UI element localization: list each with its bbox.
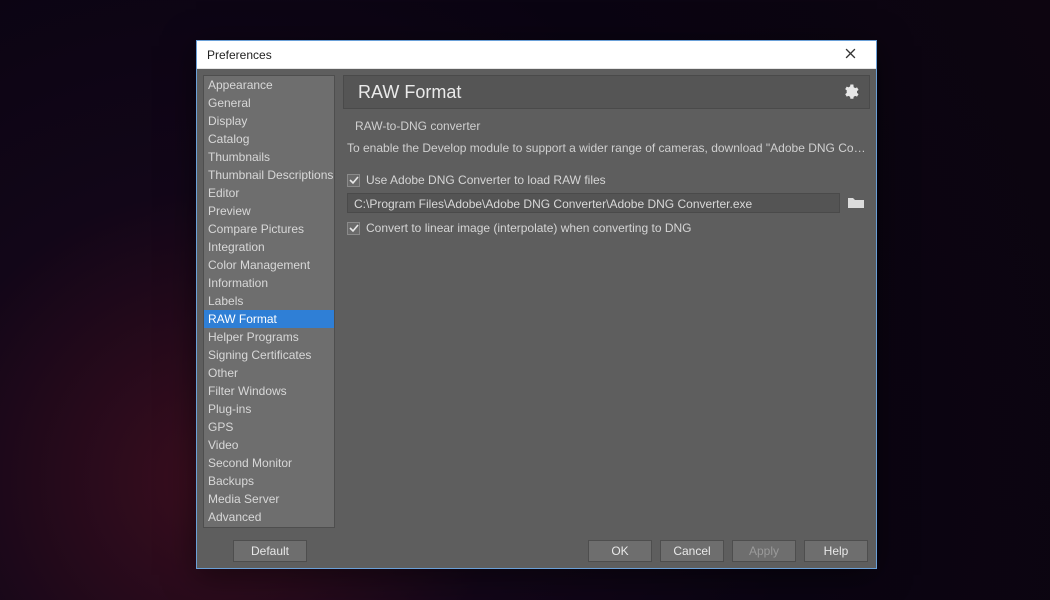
preferences-dialog: Preferences AppearanceGeneralDisplayCata… (196, 40, 877, 569)
convert-linear-row: Convert to linear image (interpolate) wh… (347, 219, 866, 237)
titlebar: Preferences (197, 41, 876, 69)
sidebar-item-other[interactable]: Other (204, 364, 334, 382)
sidebar-item-gps[interactable]: GPS (204, 418, 334, 436)
sidebar-item-plug-ins[interactable]: Plug-ins (204, 400, 334, 418)
sidebar-item-information[interactable]: Information (204, 274, 334, 292)
converter-path-input[interactable]: C:\Program Files\Adobe\Adobe DNG Convert… (347, 193, 840, 213)
use-converter-row: Use Adobe DNG Converter to load RAW file… (347, 171, 866, 189)
convert-linear-checkbox[interactable] (347, 222, 360, 235)
panel-header: RAW Format (343, 75, 870, 109)
sidebar-item-thumbnails[interactable]: Thumbnails (204, 148, 334, 166)
sidebar-item-display[interactable]: Display (204, 112, 334, 130)
sidebar-item-video[interactable]: Video (204, 436, 334, 454)
use-converter-checkbox[interactable] (347, 174, 360, 187)
gear-icon (841, 88, 859, 105)
convert-linear-label: Convert to linear image (interpolate) wh… (366, 221, 692, 235)
sidebar-item-helper-programs[interactable]: Helper Programs (204, 328, 334, 346)
dialog-footer: Default OK Cancel Apply Help (197, 534, 876, 568)
section-description: To enable the Develop module to support … (347, 141, 866, 171)
sidebar-item-raw-format[interactable]: RAW Format (204, 310, 334, 328)
sidebar-item-media-server[interactable]: Media Server (204, 490, 334, 508)
converter-path-row: C:\Program Files\Adobe\Adobe DNG Convert… (347, 193, 866, 213)
close-icon (845, 48, 856, 62)
sidebar-item-compare-pictures[interactable]: Compare Pictures (204, 220, 334, 238)
folder-icon (848, 196, 864, 211)
window-title: Preferences (207, 48, 272, 62)
sidebar-item-integration[interactable]: Integration (204, 238, 334, 256)
sidebar-item-appearance[interactable]: Appearance (204, 76, 334, 94)
default-button[interactable]: Default (233, 540, 307, 562)
close-button[interactable] (830, 41, 870, 69)
sidebar-item-catalog[interactable]: Catalog (204, 130, 334, 148)
sidebar-item-backups[interactable]: Backups (204, 472, 334, 490)
use-converter-label: Use Adobe DNG Converter to load RAW file… (366, 173, 606, 187)
main-panel: RAW Format RAW-to-DNG converter To enabl… (343, 75, 870, 528)
sidebar-item-editor[interactable]: Editor (204, 184, 334, 202)
sidebar-item-filter-windows[interactable]: Filter Windows (204, 382, 334, 400)
sidebar-item-general[interactable]: General (204, 94, 334, 112)
sidebar-item-signing-certificates[interactable]: Signing Certificates (204, 346, 334, 364)
sidebar-item-thumbnail-descriptions[interactable]: Thumbnail Descriptions (204, 166, 334, 184)
sidebar-item-preview[interactable]: Preview (204, 202, 334, 220)
sidebar-item-labels[interactable]: Labels (204, 292, 334, 310)
apply-button[interactable]: Apply (732, 540, 796, 562)
cancel-button[interactable]: Cancel (660, 540, 724, 562)
category-sidebar: AppearanceGeneralDisplayCatalogThumbnail… (203, 75, 335, 528)
browse-folder-button[interactable] (846, 193, 866, 213)
dialog-body: AppearanceGeneralDisplayCatalogThumbnail… (197, 69, 876, 534)
sidebar-item-color-management[interactable]: Color Management (204, 256, 334, 274)
settings-gear-button[interactable] (841, 83, 859, 101)
panel-content: RAW-to-DNG converter To enable the Devel… (343, 109, 870, 528)
help-button[interactable]: Help (804, 540, 868, 562)
ok-button[interactable]: OK (588, 540, 652, 562)
sidebar-item-advanced[interactable]: Advanced (204, 508, 334, 526)
sidebar-item-second-monitor[interactable]: Second Monitor (204, 454, 334, 472)
section-subheader: RAW-to-DNG converter (347, 115, 866, 141)
panel-title: RAW Format (358, 82, 841, 103)
